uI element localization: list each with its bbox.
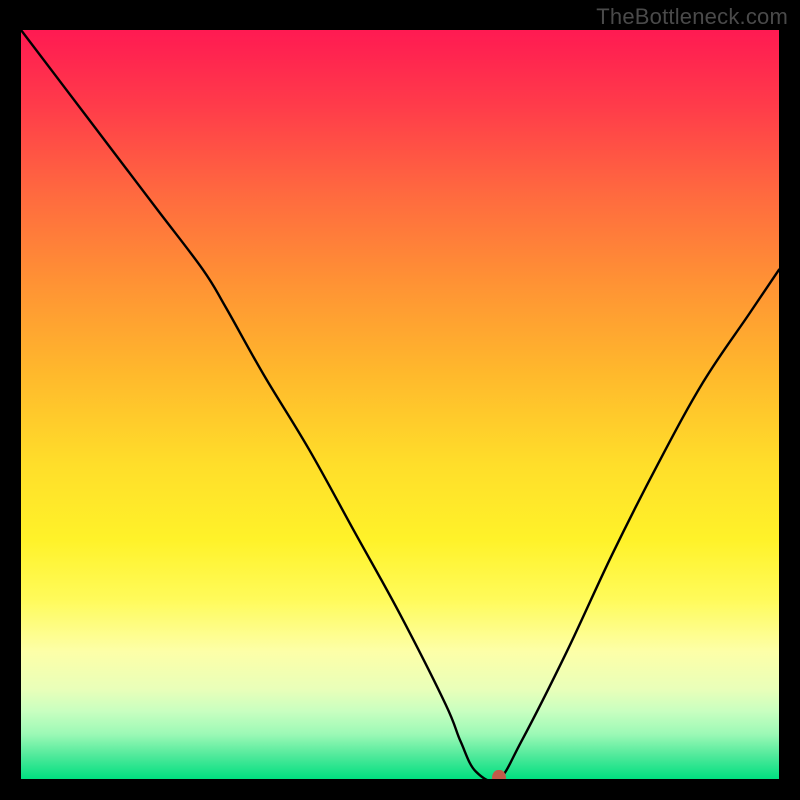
curve-path <box>21 30 779 779</box>
chart-frame: TheBottleneck.com <box>0 0 800 800</box>
plot-area <box>21 30 779 779</box>
marker-dot <box>492 770 506 779</box>
bottleneck-curve <box>21 30 779 779</box>
watermark-label: TheBottleneck.com <box>596 4 788 30</box>
